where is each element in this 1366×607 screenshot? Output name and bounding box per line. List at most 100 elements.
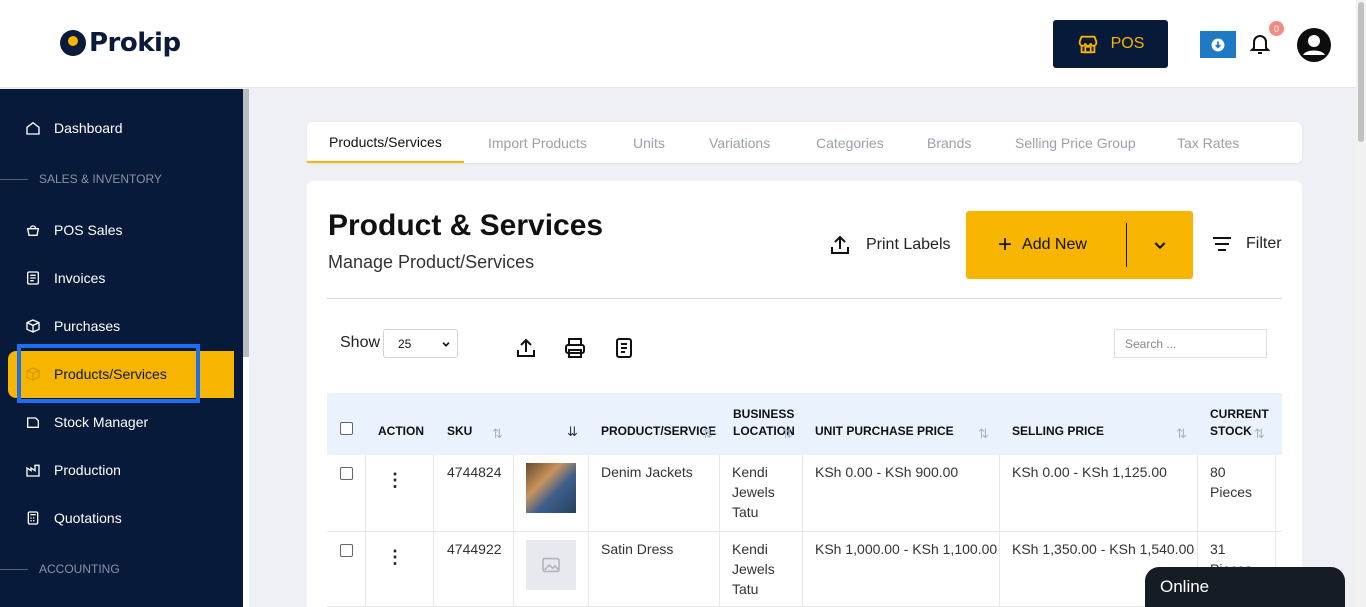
user-avatar[interactable] <box>1296 27 1332 63</box>
cell-stock: 80 Pieces <box>1210 464 1253 500</box>
chevron-down-icon <box>1154 242 1166 250</box>
row-actions-menu[interactable]: ⋮ <box>386 548 404 566</box>
user-icon <box>1297 28 1331 62</box>
chat-widget[interactable]: Online <box>1145 567 1345 607</box>
page-scrollbar-thumb[interactable] <box>1358 2 1364 142</box>
sidebar-item-invoices[interactable]: Invoices <box>24 268 105 288</box>
tab-brands[interactable]: Brands <box>927 122 971 163</box>
section-label: ACCOUNTING <box>39 562 120 576</box>
tab-variations[interactable]: Variations <box>709 122 770 163</box>
column-divider <box>719 455 720 607</box>
cell-location: Kendi Jewels Tatu <box>732 464 775 520</box>
product-image-placeholder <box>526 540 576 590</box>
sidebar-item-label: Quotations <box>54 510 122 526</box>
page-size-select[interactable]: 25 <box>383 329 458 358</box>
page-size-value: 25 <box>398 336 412 351</box>
sort-icon[interactable]: ⇅ <box>978 426 989 442</box>
print-button[interactable] <box>563 336 587 360</box>
filter-label: Filter <box>1246 235 1282 252</box>
sidebar-item-stock-manager[interactable]: Stock Manager <box>24 412 148 432</box>
export-button[interactable] <box>514 336 538 360</box>
print-labels-button[interactable]: Print Labels <box>828 232 951 258</box>
download-icon <box>1211 38 1225 51</box>
column-divider <box>365 455 366 607</box>
selection-outline <box>17 344 200 403</box>
search-input[interactable]: Search ... <box>1114 329 1267 358</box>
columns-button[interactable] <box>612 336 636 360</box>
product-image <box>526 463 576 513</box>
cell-product: Satin Dress <box>601 541 674 557</box>
upload-icon <box>831 235 849 254</box>
sidebar-item-label: Invoices <box>54 270 106 286</box>
tab-import-products[interactable]: Import Products <box>488 122 587 163</box>
download-app-button[interactable] <box>1200 31 1236 58</box>
invoice-icon <box>24 269 42 287</box>
tab-categories[interactable]: Categories <box>816 122 884 163</box>
sidebar-item-purchases[interactable]: Purchases <box>24 316 120 336</box>
cell-product: Denim Jackets <box>601 464 693 480</box>
pos-button[interactable]: POS <box>1053 20 1168 68</box>
image-placeholder-icon <box>542 557 560 573</box>
column-divider <box>513 455 514 607</box>
tab-units[interactable]: Units <box>633 122 665 163</box>
col-sku[interactable]: SKU <box>447 423 472 440</box>
home-icon <box>24 119 42 137</box>
sidebar-item-label: Purchases <box>54 318 121 334</box>
notifications-button[interactable] <box>1248 32 1272 61</box>
col-selling-price[interactable]: SELLING PRICE <box>1012 423 1104 440</box>
add-new-dropdown-toggle[interactable] <box>1127 237 1193 253</box>
store-icon <box>1078 35 1097 54</box>
add-new-button[interactable]: + Add New <box>966 211 1193 279</box>
column-divider <box>433 455 434 607</box>
column-divider <box>588 455 589 607</box>
cell-unit-purchase-price: KSh 1,000.00 - KSh 1,100.00 <box>815 541 998 557</box>
factory-icon <box>24 461 42 479</box>
sort-icon[interactable]: ⇅ <box>492 426 503 442</box>
cell-selling-price: KSh 0.00 - KSh 1,125.00 <box>1012 464 1167 480</box>
col-product-service[interactable]: PRODUCT/SERVICE <box>601 423 716 440</box>
sidebar-scrollbar-thumb[interactable] <box>243 89 249 357</box>
sort-icon[interactable]: ⇅ <box>1254 426 1265 442</box>
sort-desc-icon[interactable]: ⇊ <box>567 424 578 440</box>
tab-products-services[interactable]: Products/Services <box>307 122 464 163</box>
row-checkbox[interactable] <box>340 544 353 557</box>
sidebar-item-quotations[interactable]: Quotations <box>24 508 122 528</box>
stock-icon <box>24 413 42 431</box>
show-label: Show <box>340 334 381 351</box>
sidebar-scrollbar[interactable] <box>243 89 249 607</box>
filter-button[interactable]: Filter <box>1212 235 1282 253</box>
col-unit-purchase-price[interactable]: UNIT PURCHASE PRICE <box>815 423 954 440</box>
document-icon <box>616 338 632 358</box>
tab-tax-rates[interactable]: Tax Rates <box>1177 122 1239 163</box>
sort-icon[interactable]: ⇅ <box>782 426 793 442</box>
section-sales-inventory: SALES & INVENTORY <box>0 172 162 186</box>
chevron-down-icon <box>442 341 450 347</box>
select-all-checkbox[interactable] <box>340 422 353 435</box>
section-label: SALES & INVENTORY <box>39 172 162 186</box>
section-accounting: ACCOUNTING <box>0 562 120 576</box>
page-scrollbar[interactable] <box>1356 0 1366 607</box>
header-divider <box>327 298 1282 299</box>
sidebar-item-label: Dashboard <box>54 120 123 136</box>
row-actions-menu[interactable]: ⋮ <box>386 471 404 489</box>
sort-icon[interactable]: ⇅ <box>702 426 713 442</box>
sidebar-item-label: POS Sales <box>54 222 123 238</box>
prokip-logo[interactable]: Prokip <box>60 28 181 58</box>
pos-label: POS <box>1110 35 1145 52</box>
row-checkbox[interactable] <box>340 467 353 480</box>
add-new-label: Add New <box>1022 236 1087 253</box>
sort-icon[interactable]: ⇅ <box>1176 426 1187 442</box>
sidebar-item-pos-sales[interactable]: POS Sales <box>24 220 122 240</box>
printer-icon <box>565 338 585 358</box>
sidebar-item-production[interactable]: Production <box>24 460 121 480</box>
cell-location: Kendi Jewels Tatu <box>732 541 775 597</box>
filter-lines-icon <box>1213 237 1231 251</box>
calculator-icon <box>24 509 42 527</box>
print-labels-label: Print Labels <box>866 236 951 253</box>
add-new-main[interactable]: + Add New <box>966 233 1126 257</box>
sidebar-item-dashboard[interactable]: Dashboard <box>24 118 123 138</box>
tab-bar: Products/Services Import Products Units … <box>307 122 1302 163</box>
tab-selling-price-group[interactable]: Selling Price Group <box>1015 122 1136 163</box>
cell-sku: 4744824 <box>447 464 502 480</box>
logo-mark-icon <box>60 30 86 56</box>
